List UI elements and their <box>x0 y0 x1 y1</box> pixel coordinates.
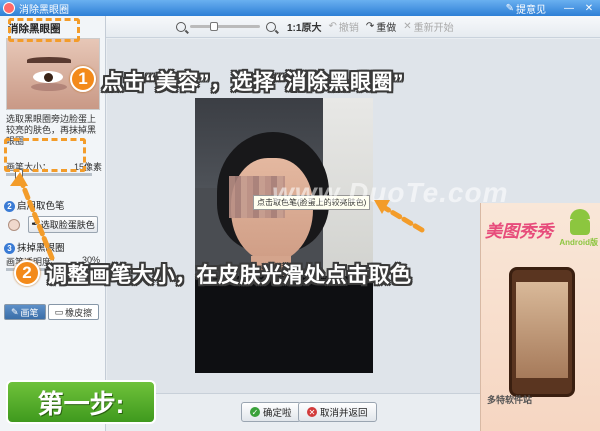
photo[interactable]: 点击取色笔(脸蛋上的较亮肤色) <box>195 98 373 373</box>
ok-button[interactable]: ✓ 确定啦 <box>241 402 301 422</box>
tool-tabs: ✎ 画笔 ▭ 橡皮擦 <box>4 304 100 320</box>
zoom-ratio-label: 1:1原大 <box>287 23 322 34</box>
title-bar: 消除黑眼圈 ✎ 提意见 — ✕ <box>0 0 600 16</box>
zoom-in-icon[interactable] <box>266 21 276 32</box>
highlight-brush-size <box>4 138 86 172</box>
preview-iris <box>44 73 53 82</box>
section3-title: 抹掉黑眼圈 <box>17 243 65 254</box>
zoom-slider-thumb[interactable] <box>210 22 218 31</box>
watermark: www.DuoTe.com <box>272 177 509 208</box>
tab-eraser-label: 橡皮擦 <box>65 307 93 318</box>
section3-number: 3 <box>4 243 15 254</box>
feedback-icon: ✎ <box>505 2 514 14</box>
tab-eraser[interactable]: ▭ 橡皮擦 <box>47 304 100 320</box>
brush-size-slider[interactable] <box>6 169 92 180</box>
undo-icon: ↶ <box>328 21 337 32</box>
ad-phone-image <box>509 267 575 397</box>
redo-label: 重做 <box>376 23 397 34</box>
step-banner: 第一步: <box>6 380 156 424</box>
section-erase: 3 抹掉黑眼圈 <box>4 240 65 254</box>
instruction-callout-1: 点击“美容”，选择“消除黑眼圈” <box>102 71 404 94</box>
ok-label: 确定啦 <box>263 408 292 419</box>
app-icon <box>3 2 15 14</box>
pick-color-button[interactable]: ✒ 选取脸蛋肤色 <box>28 216 98 233</box>
feedback-label: 提意见 <box>516 4 546 16</box>
redo-icon: ↷ <box>365 21 375 32</box>
zoom-out-icon[interactable] <box>176 21 186 32</box>
ad-title: 美图秀秀 <box>485 222 553 241</box>
reset-label: 重新开始 <box>413 23 454 34</box>
instruction-callout-2: 调整画笔大小，在皮肤光滑处点击取色 <box>46 264 412 287</box>
undo-button[interactable]: ↶ 撤销 <box>328 19 358 34</box>
ad-site-label: 多特软件站 <box>487 395 533 405</box>
android-icon <box>566 209 594 237</box>
eraser-icon: ▭ <box>54 306 64 317</box>
tab-brush-label: 画笔 <box>20 307 39 318</box>
minimize-button[interactable]: — <box>560 1 578 15</box>
tab-brush[interactable]: ✎ 画笔 <box>4 304 46 320</box>
cancel-icon: ✕ <box>307 407 317 417</box>
photo-shirt <box>195 276 373 373</box>
android-body <box>570 219 590 235</box>
android-head <box>570 209 590 219</box>
section2-title: 启用取色笔 <box>17 201 65 212</box>
selected-color-swatch <box>8 219 20 231</box>
undo-label: 撤销 <box>338 23 359 34</box>
close-button[interactable]: ✕ <box>580 1 598 15</box>
section2-number: 2 <box>4 201 15 212</box>
ad-banner[interactable]: 美图秀秀 Android版 多特软件站 <box>480 203 600 431</box>
zoom-actual-size[interactable]: 1:1原大 <box>287 19 321 34</box>
redo-button[interactable]: ↷ 重做 <box>366 19 396 34</box>
preview-dark-circle <box>31 83 67 91</box>
brush-icon: ✎ <box>11 306 19 317</box>
highlight-panel-title <box>8 18 80 42</box>
zoom-slider[interactable] <box>190 22 260 31</box>
preview-eyebrow <box>27 57 71 63</box>
window-title: 消除黑眼圈 <box>19 4 69 16</box>
eyedropper-icon: ✒ <box>31 219 39 229</box>
preview-eye <box>33 71 63 83</box>
cancel-button[interactable]: ✕ 取消并返回 <box>298 402 377 422</box>
feedback-link[interactable]: ✎ 提意见 <box>506 1 546 16</box>
step-badge-2: 2 <box>14 260 40 286</box>
step-badge-1: 1 <box>70 66 96 92</box>
reset-icon: ✕ <box>403 21 412 32</box>
cancel-label: 取消并返回 <box>320 408 368 419</box>
reset-button[interactable]: ✕ 重新开始 <box>403 19 453 34</box>
pick-color-label: 选取脸蛋肤色 <box>40 220 95 230</box>
section-pick-color: 2 启用取色笔 <box>4 198 65 212</box>
toolbar: 1:1原大 ↶ 撤销 ↷ 重做 ✕ 重新开始 <box>106 16 600 38</box>
check-icon: ✓ <box>250 407 260 417</box>
ad-android-label: Android版 <box>559 238 598 247</box>
ad-phone-screen <box>516 282 568 378</box>
